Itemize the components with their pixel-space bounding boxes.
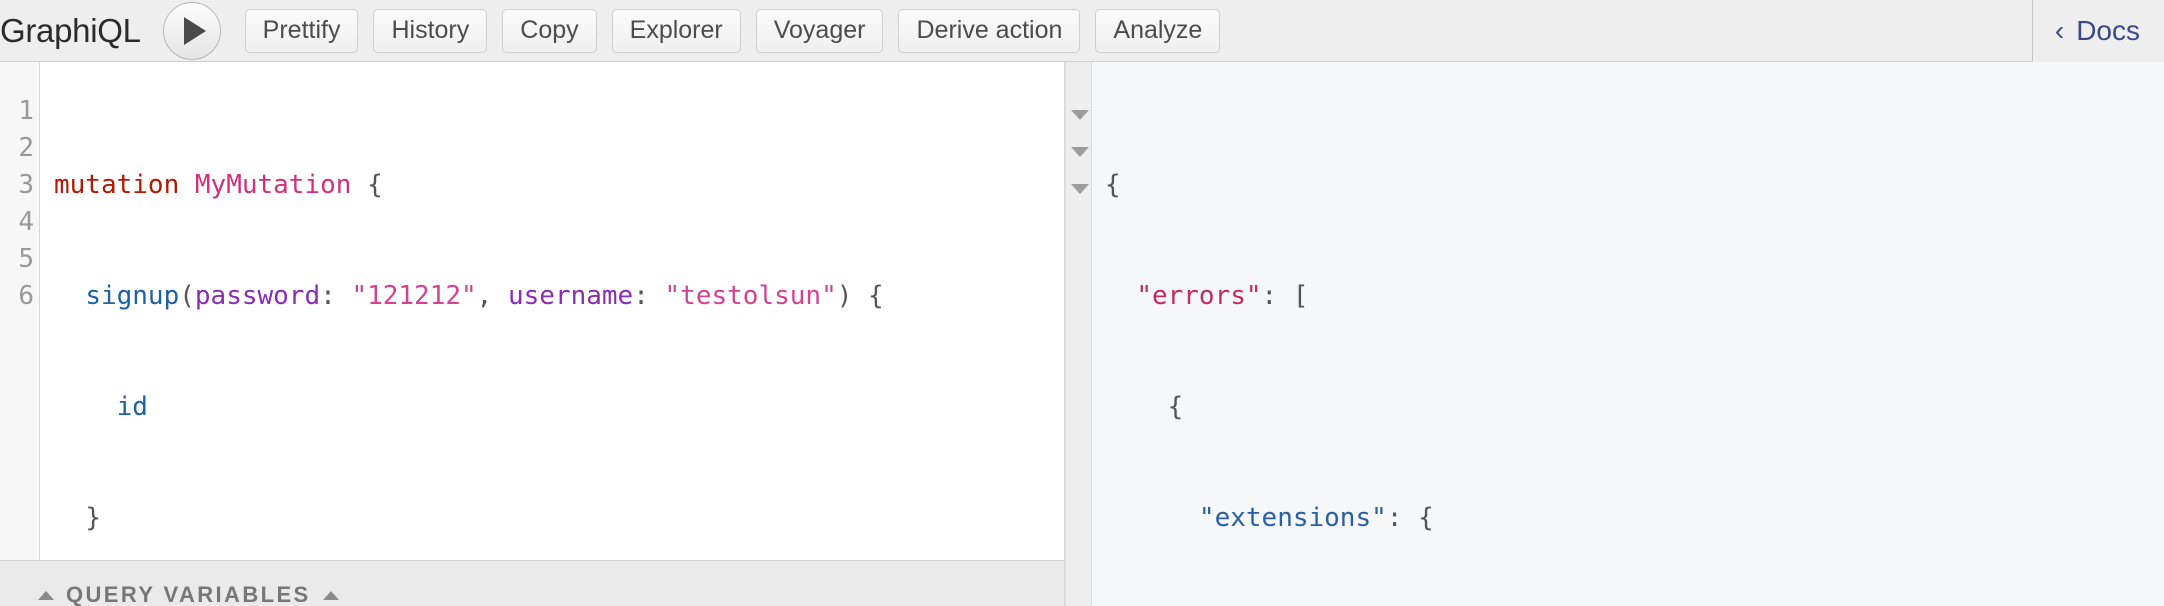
query-variables-bar[interactable]: QUERY VARIABLES [0,560,1064,606]
execute-query-button[interactable] [162,1,221,60]
result-line-4: "extensions": { [1105,500,2164,537]
result-fold-gutter [1065,62,1092,606]
line-number: 3 [18,170,34,200]
caret-up-icon [322,591,339,601]
result-code-area[interactable]: { "errors": [ { "extensions": { "path": … [1092,62,2164,606]
code-line-2: signup(password: "121212", username: "te… [54,278,1064,315]
token-selection-id: id [116,392,148,422]
code-line-4: } [54,500,1064,537]
analyze-button[interactable]: Analyze [1095,8,1221,53]
prettify-button[interactable]: Prettify [244,8,359,53]
copy-button[interactable]: Copy [502,8,597,53]
line-number: 5 [18,244,34,274]
query-variables-label: QUERY VARIABLES [38,582,339,606]
token-arg-username: username [507,281,634,311]
token-colon: : [633,281,665,311]
token-value-username: "testolsun" [664,281,837,311]
voyager-button[interactable]: Voyager [755,8,884,53]
token-value-password: "121212" [351,281,477,311]
fold-triangle-icon[interactable] [1071,147,1089,157]
token-brace-open: { [1167,392,1184,422]
token-colon: : [ [1261,281,1309,311]
query-variables-text: QUERY VARIABLES [66,581,311,606]
chevron-left-icon: ‹ [2054,14,2065,46]
token-colon: : { [1386,503,1434,533]
token-arg-password: password [194,281,321,311]
explorer-button[interactable]: Explorer [611,8,741,53]
docs-button[interactable]: ‹ Docs [2032,0,2164,62]
token-brace-close: } [85,503,101,533]
token-comma: , [476,281,508,311]
line-number: 1 [18,96,34,126]
main-split: 1 2 3 4 5 6 mutation MyMutation { signup… [0,62,2164,606]
derive-action-button[interactable]: Derive action [898,8,1081,53]
app-title: GraphiQL [0,11,141,49]
token-key-errors: "errors" [1136,281,1262,311]
code-line-3: id [54,389,1064,426]
result-pane: { "errors": [ { "extensions": { "path": … [1065,62,2164,606]
play-icon [184,16,207,45]
line-number: 4 [18,207,34,237]
result-line-3: { [1105,389,2164,426]
token-operation-name: MyMutation [194,170,352,200]
token-brace-open: { [367,170,383,200]
query-editor-body[interactable]: 1 2 3 4 5 6 mutation MyMutation { signup… [0,62,1064,560]
fold-triangle-icon[interactable] [1071,184,1089,194]
query-code-area[interactable]: mutation MyMutation { signup(password: "… [40,62,1064,560]
caret-up-icon [38,591,54,601]
token-paren-close: ) { [836,281,884,311]
token-colon: : [320,281,352,311]
code-line-1: mutation MyMutation { [54,167,1064,204]
line-number: 2 [18,133,34,163]
history-button[interactable]: History [373,8,488,53]
token-keyword: mutation [54,170,180,200]
query-editor-pane: 1 2 3 4 5 6 mutation MyMutation { signup… [0,62,1065,606]
token-paren-open: ( [179,281,195,311]
editor-line-number-gutter: 1 2 3 4 5 6 [0,62,40,560]
token-brace-open: { [1105,170,1121,200]
line-number: 6 [18,281,34,311]
result-line-1: { [1105,167,2164,204]
fold-triangle-icon[interactable] [1071,110,1089,120]
token-key-extensions: "extensions" [1198,503,1387,533]
token-field-signup: signup [85,281,180,311]
toolbar: GraphiQL Prettify History Copy Explorer … [0,0,2164,62]
result-line-2: "errors": [ [1105,278,2164,315]
docs-button-label: Docs [2076,14,2140,46]
graphiql-app: GraphiQL Prettify History Copy Explorer … [0,0,2164,606]
